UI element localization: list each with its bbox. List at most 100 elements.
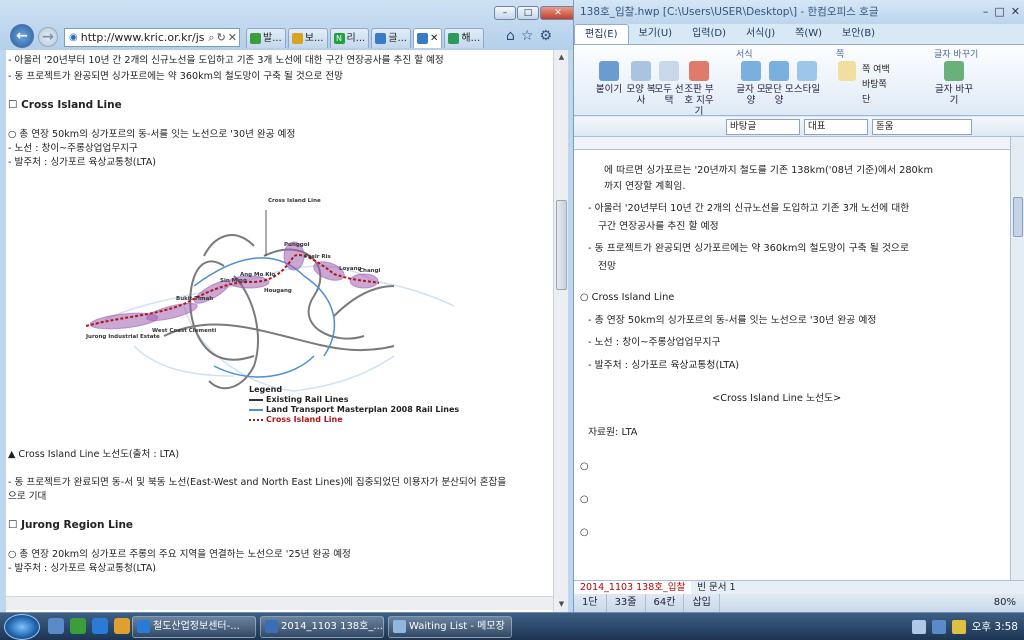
minimize-button[interactable]: –	[983, 5, 989, 18]
station-label: Sin Ming	[220, 278, 247, 284]
maximize-button[interactable]: □	[517, 6, 539, 20]
network-icon[interactable]	[931, 620, 946, 634]
ribbon-group-label: 글자 바꾸기	[934, 50, 979, 60]
gear-icon[interactable]: ⚙	[539, 28, 552, 44]
section-heading: ☐ Jurong Region Line	[8, 519, 134, 531]
station-label: Punggol	[284, 242, 310, 248]
station-label: West Coast Clementi	[152, 328, 216, 334]
clock[interactable]: 오후 3:58	[972, 616, 1018, 638]
ribbon: 서식 쪽 글자 바꾸기 붙이기 모양 복사 모두 선택 조판 부호 지우기 글자…	[574, 44, 1024, 117]
ime-icon[interactable]	[911, 620, 926, 634]
forward-button[interactable]: →	[38, 27, 58, 47]
favorites-star-icon[interactable]: ☆	[521, 28, 534, 44]
paragraph-line: - 아울러 '20년부터 10년 간 2개의 신규노선을 도입하고 기존 3개 …	[8, 55, 444, 66]
naver-icon: N	[333, 33, 345, 44]
doc-tab-active[interactable]: 2014_1103 138호_입찰	[574, 581, 692, 594]
back-button[interactable]: ←	[10, 24, 34, 48]
close-button[interactable]: ✕	[540, 6, 573, 20]
ribbon-group-label: 서식	[736, 50, 753, 60]
search-icon[interactable]: ⌕	[208, 29, 214, 46]
column-option[interactable]: 단	[862, 93, 890, 108]
tab-format[interactable]: 서식(J)	[736, 24, 785, 44]
address-bar[interactable]: ◉ http://www.kric.or.kr/js ⌕ ↻ ✕	[64, 28, 240, 47]
station-label: Bukit Timah	[176, 296, 213, 302]
replace-icon	[944, 61, 964, 81]
browser-window: – □ ✕ ← → ◉ http://www.kric.or.kr/js ⌕ ↻ ✕…	[0, 0, 574, 612]
scroll-down-arrow-icon[interactable]: ▼	[554, 597, 569, 612]
page-icon-button[interactable]	[836, 61, 858, 84]
start-button[interactable]	[4, 614, 40, 640]
stop-icon[interactable]: ✕	[228, 29, 237, 46]
page-margin-option[interactable]: 쪽 여백	[862, 63, 890, 78]
doc-heading: ○ Cross Island Line	[580, 292, 675, 303]
volume-icon[interactable]	[951, 620, 966, 634]
show-desktop-icon[interactable]	[48, 618, 64, 634]
station-label: Jurong Industrial Estate	[85, 334, 160, 340]
font-select[interactable]: 돋움	[872, 119, 972, 135]
vertical-scrollbar[interactable]: ▲ ▼	[553, 50, 568, 612]
doc-source: 자료원: LTA	[588, 427, 638, 438]
tab-5-active[interactable]: ✕	[413, 28, 443, 48]
page-options: 쪽 여백 바탕쪽 단	[862, 63, 890, 108]
taskbar-item-browser[interactable]: 철도산업정보센터-...	[132, 616, 256, 638]
taskbar: 철도산업정보센터-... 2014_1103 138호_... Waiting …	[0, 612, 1024, 640]
station-label: Pasir Ris	[304, 254, 332, 260]
paragraph-icon	[769, 61, 789, 81]
scrollbar-thumb[interactable]	[1013, 197, 1023, 237]
doc-caption: <Cross Island Line 노선도>	[712, 393, 842, 404]
master-page-option[interactable]: 바탕쪽	[862, 78, 890, 93]
tab-label: 보...	[304, 32, 324, 44]
figure-caption: ▲ Cross Island Line 노선도(출처 : LTA)	[8, 449, 180, 460]
tab-insert[interactable]: 입력(D)	[682, 24, 736, 44]
tab-label: 리...	[346, 32, 366, 44]
window-title: 138호_입찰.hwp [C:\Users\USER\Desktop\] - 한…	[574, 0, 1024, 24]
style-icon	[797, 61, 817, 81]
folder-icon[interactable]	[114, 618, 130, 634]
document-tabs: 2014_1103 138호_입찰 빈 문서 1	[574, 580, 1024, 594]
section-heading: ☐ Cross Island Line	[8, 99, 122, 111]
browser-icon[interactable]	[70, 618, 86, 634]
taskbar-item-notepad[interactable]: Waiting List - 메모장	[388, 616, 512, 638]
scrollbar-thumb[interactable]	[556, 200, 567, 290]
tab-page[interactable]: 쪽(W)	[785, 24, 832, 44]
tab-6[interactable]: 해...	[444, 28, 485, 48]
taskbar-item-label: 2014_1103 138호_...	[281, 621, 383, 632]
taskbar-item-hwp[interactable]: 2014_1103 138호_...	[260, 616, 384, 638]
legend-label: Land Transport Masterplan 2008 Rail Line…	[266, 405, 460, 414]
doc-bullet: ○	[580, 527, 589, 538]
paste-button[interactable]: 붙이기	[592, 61, 626, 95]
maximize-button[interactable]: □	[994, 5, 1004, 18]
replace-char-button[interactable]: 글자 바꾸기	[934, 61, 974, 106]
document-page[interactable]: 에 따르면 싱가포르는 '20년까지 철도를 기존 138km('08년 기준)…	[574, 150, 1010, 580]
tab-1[interactable]: 발...	[246, 28, 286, 48]
style-select[interactable]: 바탕글	[726, 119, 800, 135]
horizontal-scrollbar[interactable]	[6, 596, 553, 610]
close-button[interactable]: ✕	[1011, 5, 1020, 18]
zoom-level[interactable]: 80%	[986, 594, 1024, 612]
quick-launch	[48, 618, 130, 634]
tab-view[interactable]: 보기(U)	[629, 24, 683, 44]
address-text: http://www.kric.or.kr/js	[80, 31, 205, 44]
ie-icon[interactable]	[92, 618, 108, 634]
format-toolbar: 바탕글 대표 돋움	[574, 117, 1024, 137]
tab-2[interactable]: 보...	[287, 28, 328, 48]
scroll-up-arrow-icon[interactable]: ▲	[554, 50, 569, 65]
button-label: 글자 바꾸기	[935, 84, 973, 106]
button-label: 모두 선택	[654, 84, 684, 106]
window-controls: – □ ✕	[983, 5, 1020, 18]
tab-4[interactable]: 글...	[371, 28, 411, 48]
home-icon[interactable]: ⌂	[506, 28, 515, 44]
tab-edit[interactable]: 편집(E)	[574, 24, 629, 44]
tab-close-icon[interactable]: ✕	[430, 30, 438, 48]
style-button[interactable]: 스타일	[790, 61, 824, 95]
tab-security[interactable]: 보안(B)	[832, 24, 885, 44]
refresh-icon[interactable]: ↻	[217, 29, 226, 46]
select-all-button[interactable]: 모두 선택	[652, 61, 686, 106]
doc-tab[interactable]: 빈 문서 1	[691, 581, 741, 594]
clear-codes-button[interactable]: 조판 부호 지우기	[682, 61, 716, 117]
minimize-button[interactable]: –	[494, 6, 516, 20]
hwp-icon	[265, 620, 278, 633]
tab-3[interactable]: N 리...	[329, 28, 370, 48]
font-lang-select[interactable]: 대표	[804, 119, 868, 135]
vertical-scrollbar[interactable]	[1010, 137, 1024, 580]
